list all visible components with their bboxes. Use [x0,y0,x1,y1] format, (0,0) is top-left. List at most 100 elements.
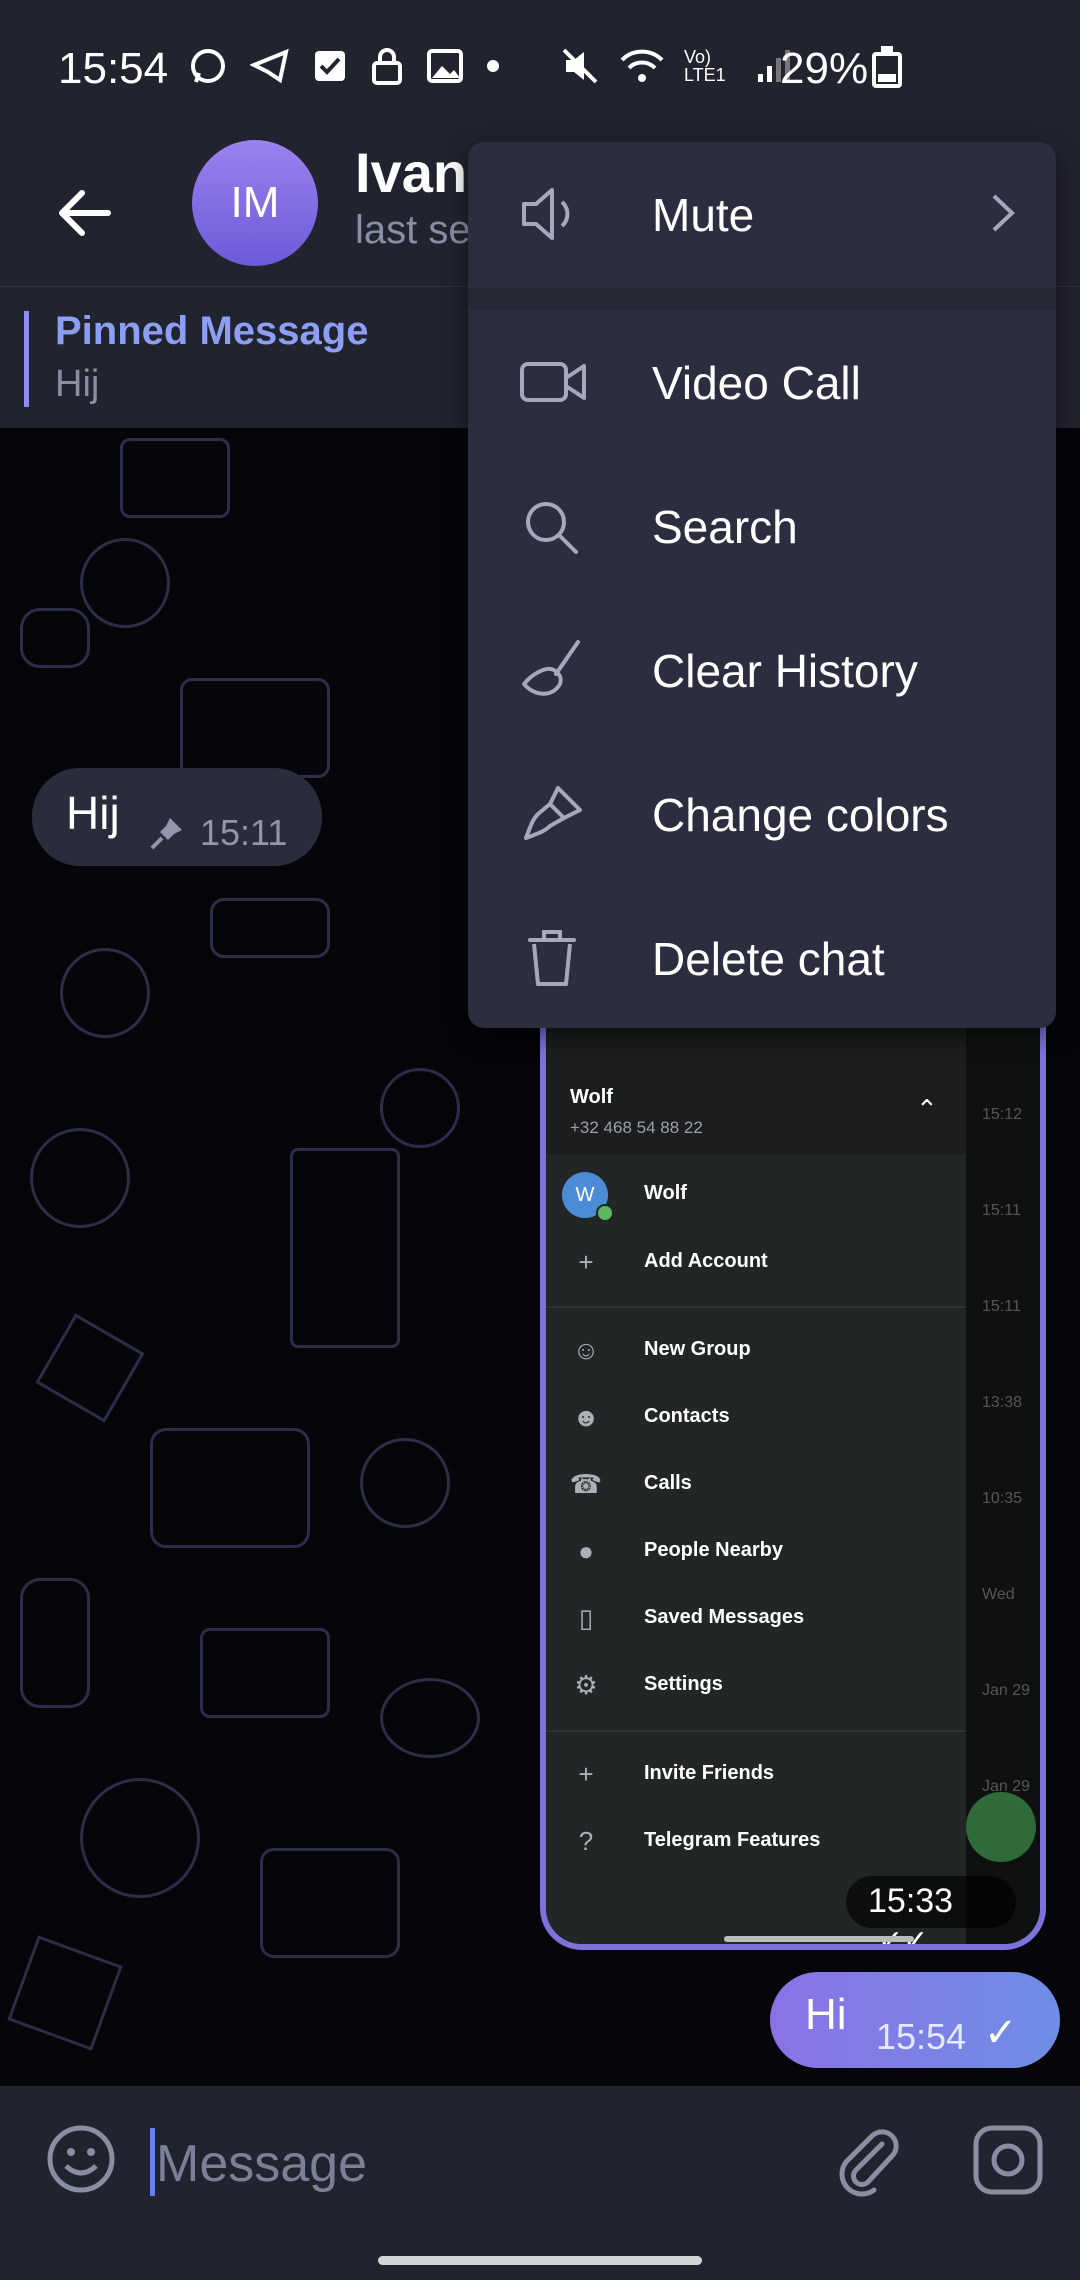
list-time: Jan 29 [982,1682,1031,1699]
search-icon [526,502,578,554]
emoji-icon[interactable] [44,2122,118,2196]
drawer-item-label: Contacts [644,1405,730,1427]
doodle-pattern [7,1935,123,2051]
status-bar: 15:54 Vo) LTE1 29% [0,0,1080,140]
broom-icon [522,640,580,696]
mute-icon [562,48,598,84]
telegram-icon [250,48,289,84]
battery-percent: 29% [780,44,869,93]
incoming-message-text: Hij [66,787,120,839]
drawer-item-label: Settings [644,1673,723,1695]
divider [546,1730,966,1732]
doodle-pattern [35,1313,145,1423]
menu-item-label: Delete chat [652,933,885,985]
menu-divider [468,288,1056,310]
pin-icon [150,818,182,850]
drawer-item-label: New Group [644,1338,751,1360]
drawer-item-label: Wolf [644,1182,687,1204]
list-time: 13:38 [982,1394,1023,1411]
person-icon: ☻ [572,1401,600,1432]
outgoing-message-time: 15:54 [876,2016,967,2057]
menu-item-clear-history[interactable]: Clear History [468,598,1056,742]
drawer-phone: +32 468 54 88 22 [570,1118,703,1137]
paperclip-icon[interactable] [830,2122,906,2198]
drawer-item-calls: ☎ Calls [546,1456,966,1512]
list-time: 15:12 [982,1106,1023,1123]
video-icon [520,362,586,402]
doodle-pattern [60,948,150,1038]
doodle-pattern [30,1128,130,1228]
drawer-item-label: People Nearby [644,1539,783,1561]
lock-icon [372,48,402,85]
system-icons: Vo) LTE1 [560,46,794,86]
camera-icon[interactable] [970,2122,1046,2198]
plus-icon: + [578,1246,594,1277]
home-indicator [724,1936,914,1942]
doodle-pattern [80,538,170,628]
chat-options-menu: Mute Video Call Search Clear History Cha… [468,142,1056,1028]
battery-icon [872,46,902,88]
avatar-initials: IM [230,178,280,227]
avatar[interactable]: IM [192,140,318,266]
outgoing-message-text: Hi [805,1990,847,2039]
account-avatar-letter: W [575,1183,595,1206]
doodle-pattern [380,1678,480,1758]
text-cursor [150,2128,155,2196]
group-icon: ☺ [572,1334,600,1365]
menu-item-change-colors[interactable]: Change colors [468,742,1056,886]
drawer-item-invite-friends: + Invite Friends [546,1746,966,1802]
network-type: Vo) LTE1 [684,47,726,85]
image-time-text: 15:33 [868,1882,954,1920]
doodle-pattern [180,678,330,778]
message-input[interactable] [156,2130,716,2198]
speaker-icon [522,188,570,240]
drawer-item-label: Invite Friends [644,1762,775,1784]
list-time: 10:35 [982,1490,1023,1507]
doodle-pattern [20,608,90,668]
list-time: 15:11 [982,1298,1021,1315]
menu-item-label: Mute [652,189,755,241]
dot-icon [487,60,499,72]
doodle-pattern [380,1068,460,1148]
drawer-item-label: Saved Messages [644,1606,805,1628]
status-time: 15:54 [58,44,169,93]
doodle-pattern [80,1778,200,1898]
chevron-right-icon [992,194,1015,232]
drawer-item-label: Calls [644,1472,692,1494]
menu-item-label: Clear History [652,645,918,697]
help-icon: ? [578,1825,594,1856]
menu-item-label: Video Call [652,357,861,409]
doodle-pattern [20,1578,90,1708]
check-badge-icon [596,1204,614,1222]
doodle-pattern [150,1428,310,1548]
menu-item-search[interactable]: Search [468,454,1056,598]
pinned-indicator [24,311,29,407]
check-icon: ✓ [984,2011,1018,2055]
people-nearby-icon: ● [578,1535,594,1566]
incoming-message-time: 15:11 [200,812,288,853]
divider [546,1306,966,1308]
drawer-item-settings: ⚙ Settings [546,1657,966,1713]
image-message[interactable]: Wolf +32 468 54 88 22 ⌃ W Wolf + Add Acc… [540,960,1046,1950]
image-message-time: 15:33 ✓✓ [846,1876,1016,1944]
menu-item-mute[interactable]: Mute [468,142,1056,286]
chat-name[interactable]: Ivan [355,140,467,205]
menu-item-video-call[interactable]: Video Call [468,310,1056,454]
checkbox-icon [315,51,345,81]
message-composer [0,2086,1080,2280]
doodle-pattern [360,1438,450,1528]
drawer-item-saved-messages: ▯ Saved Messages [546,1590,966,1646]
doodle-pattern [120,438,230,518]
back-arrow-icon[interactable] [50,178,120,248]
drawer-item-label: Telegram Features [644,1829,821,1851]
doodle-pattern [290,1148,400,1348]
drawer-item-account: W Wolf [546,1166,966,1222]
pinned-title: Pinned Message [55,309,369,353]
phone-icon: ☎ [569,1468,603,1499]
drawer-item-telegram-features: ? Telegram Features [546,1813,966,1869]
menu-item-delete-chat[interactable]: Delete chat [468,886,1056,1028]
chat-status: last se [355,208,471,252]
drawer-item-add-account: + Add Account [546,1234,966,1290]
gallery-icon [427,49,463,83]
drawer-panel: Wolf +32 468 54 88 22 ⌃ W Wolf + Add Acc… [546,966,966,1944]
